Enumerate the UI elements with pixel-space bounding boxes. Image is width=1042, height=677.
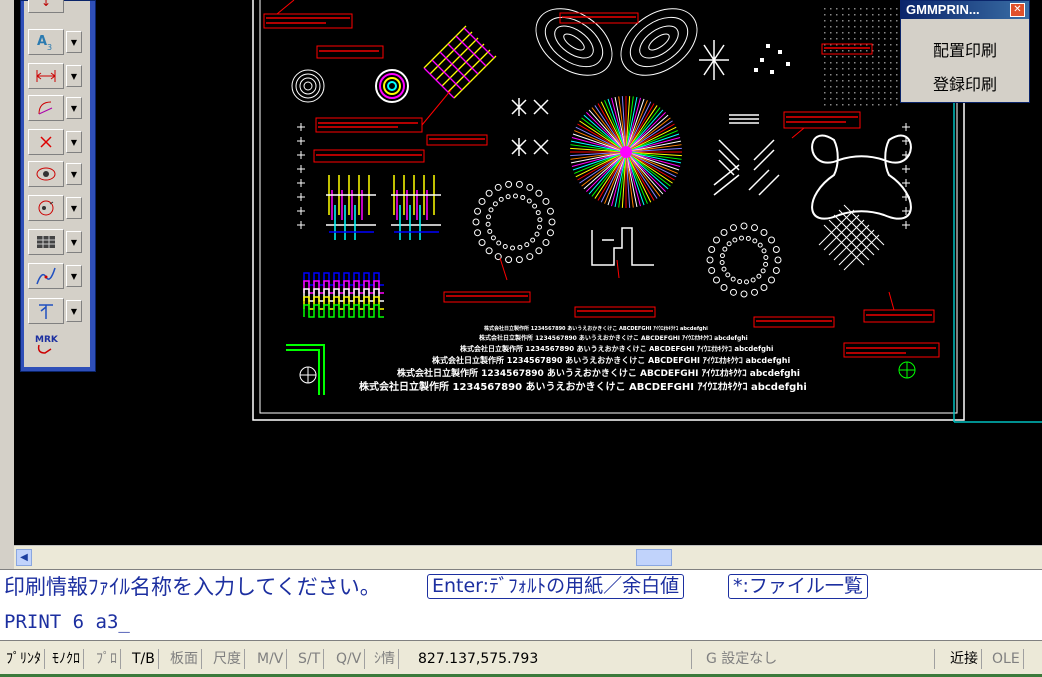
prompt-message: 印刷情報ﾌｧｲﾙ名称を入力してください。 (4, 575, 381, 599)
toolbar-row-2[interactable]: ▼ (28, 63, 84, 89)
curve-icon[interactable] (28, 263, 64, 289)
horizontal-scrollbar[interactable]: ◀ (14, 545, 1042, 570)
toolbar-row-1[interactable]: A3 ▼ (28, 29, 84, 55)
chevron-down-icon[interactable]: ▼ (66, 65, 82, 87)
svg-text:↕: ↕ (41, 0, 51, 9)
status-snap[interactable]: 近接 (950, 649, 982, 669)
toolbar-row-10[interactable]: MRK (28, 331, 84, 357)
svg-text:MRK: MRK (35, 335, 59, 345)
font-sample-2: 株式会社日立製作所 1234567890 あいうえおかきくけこ ABCDEFGH… (479, 334, 748, 342)
scroll-thumb[interactable] (636, 549, 672, 566)
font-sample-6: 株式会社日立製作所 1234567890 あいうえおかきくけこ ABCDEFGH… (359, 380, 807, 393)
status-board[interactable]: 板面 (170, 649, 202, 669)
command-input-bar[interactable]: PRINT 6 a3_ (0, 604, 1042, 641)
status-mv[interactable]: M/V (257, 649, 288, 669)
font-sample-text: 株式会社日立製作所 1234567890 あいうえおかきくけこ ABCDEFGH… (359, 325, 807, 393)
view-icon[interactable] (28, 161, 64, 187)
step-shape (591, 227, 654, 266)
crosshatch-shape (818, 204, 885, 271)
concentric-circles-white (291, 69, 325, 103)
leader-icon[interactable] (28, 298, 64, 324)
enter-default-paper-button[interactable]: Enter:ﾃﾞﾌｫﾙﾄの用紙／余白値 (427, 574, 685, 599)
square-wave-pattern (303, 272, 384, 318)
corner-bracket (286, 344, 325, 395)
svg-text:3: 3 (47, 43, 52, 52)
registered-print-menu-item[interactable]: 登録印刷 (901, 71, 1029, 95)
status-scale[interactable]: 尺度 (213, 649, 245, 669)
circular-text-ring (472, 180, 782, 298)
popup-title-text: GMMPRIN... (906, 2, 980, 17)
gmmprint-window[interactable]: GMMPRIN... ✕ 配置印刷 登録印刷 (900, 0, 1030, 103)
mark-icon[interactable]: MRK (28, 331, 64, 357)
status-bar: ﾌﾟﾘﾝﾀ ﾓﾉｸﾛ ﾌﾟﾛ T/B 板面 尺度 M/V S/T Q/V ｼ情 … (0, 641, 1042, 677)
status-mono[interactable]: ﾓﾉｸﾛ (52, 649, 84, 669)
drawing-sheet: 株式会社日立製作所 1234567890 あいうえおかきくけこ ABCDEFGH… (252, 0, 1042, 423)
chevron-down-icon[interactable]: ▼ (66, 231, 82, 253)
toolbar-row-0[interactable]: ↕ (28, 0, 84, 13)
status-grid-setting: G 設定なし (706, 649, 935, 669)
status-pro[interactable]: ﾌﾟﾛ (96, 649, 121, 669)
chevron-arrows (713, 114, 780, 196)
target-symbol-white (299, 366, 317, 384)
diagonal-grid (423, 25, 497, 99)
chevron-down-icon[interactable]: ▼ (66, 31, 82, 53)
toolbar-body: ↕ A3 ▼ ▼ ▼ ▼ ▼ ▼ ▼ ▼ ▼ MRK (24, 0, 90, 367)
close-icon[interactable]: ✕ (1010, 3, 1025, 17)
command-input[interactable]: PRINT 6 a3_ (4, 610, 130, 634)
table-icon[interactable] (28, 229, 64, 255)
toolbar-row-8[interactable]: ▼ (28, 263, 84, 289)
floating-toolbar[interactable]: ↕ A3 ▼ ▼ ▼ ▼ ▼ ▼ ▼ ▼ ▼ MRK (20, 0, 96, 372)
chevron-down-icon[interactable]: ▼ (66, 265, 82, 287)
toolbar-row-4[interactable]: ▼ (28, 129, 84, 155)
concentric-circles-color (375, 69, 409, 103)
dotted-grid (824, 8, 898, 106)
font-sample-3: 株式会社日立製作所 1234567890 あいうえおかきくけこ ABCDEFGH… (460, 344, 773, 353)
clover-shape (811, 134, 912, 220)
command-prompt-bar: 印刷情報ﾌｧｲﾙ名称を入力してください。 Enter:ﾃﾞﾌｫﾙﾄの用紙／余白値… (0, 569, 1042, 605)
plus-markers-left (297, 123, 305, 229)
chevron-down-icon[interactable]: ▼ (66, 131, 82, 153)
file-list-button[interactable]: *:ファイル一覧 (728, 574, 868, 599)
toolbar-row-6[interactable]: ▼ (28, 195, 84, 221)
font-sample-4: 株式会社日立製作所 1234567890 あいうえおかきくけこ ABCDEFGH… (432, 355, 790, 365)
chevron-down-icon[interactable]: ▼ (66, 163, 82, 185)
delete-icon[interactable] (28, 129, 64, 155)
dimension-icon[interactable] (28, 63, 64, 89)
color-sunburst (570, 96, 682, 208)
chevron-down-icon[interactable]: ▼ (66, 97, 82, 119)
text-style-icon[interactable]: A3 (28, 29, 64, 55)
toolbar-row-7[interactable]: ▼ (28, 229, 84, 255)
rotate-view-icon[interactable] (28, 195, 64, 221)
chevron-down-icon[interactable]: ▼ (66, 300, 82, 322)
svg-text:A: A (37, 34, 47, 49)
scroll-left-icon[interactable]: ◀ (16, 549, 32, 566)
status-printer[interactable]: ﾌﾟﾘﾝﾀ (6, 649, 45, 669)
font-sample-1: 株式会社日立製作所 1234567890 あいうえおかきくけこ ABCDEFGH… (484, 325, 708, 332)
status-ole[interactable]: OLE (992, 649, 1024, 669)
toolbar-row-9[interactable]: ▼ (28, 298, 84, 324)
red-annotations (263, 0, 940, 358)
left-border (0, 0, 15, 570)
toolbar-row-3[interactable]: ▼ (28, 95, 84, 121)
toolbar-row-5[interactable]: ▼ (28, 161, 84, 187)
status-st[interactable]: S/T (298, 649, 325, 669)
dim-text-icon[interactable]: ↕ (28, 0, 64, 13)
status-info[interactable]: ｼ情 (374, 649, 399, 669)
status-qv[interactable]: Q/V (336, 649, 366, 669)
placement-print-menu-item[interactable]: 配置印刷 (901, 37, 1029, 61)
arc-dimension-icon[interactable] (28, 95, 64, 121)
chevron-down-icon[interactable]: ▼ (66, 197, 82, 219)
dot-pattern (754, 44, 790, 74)
font-sample-5: 株式会社日立製作所 1234567890 あいうえおかきくけこ ABCDEFGH… (397, 367, 800, 379)
drawing-canvas[interactable]: 株式会社日立製作所 1234567890 あいうえおかきくけこ ABCDEFGH… (14, 0, 1042, 545)
color-bar-grid (326, 175, 441, 240)
status-coordinates: 827.137,575.793 (418, 649, 692, 669)
status-tb[interactable]: T/B (132, 649, 159, 669)
target-symbol-green (898, 361, 916, 379)
